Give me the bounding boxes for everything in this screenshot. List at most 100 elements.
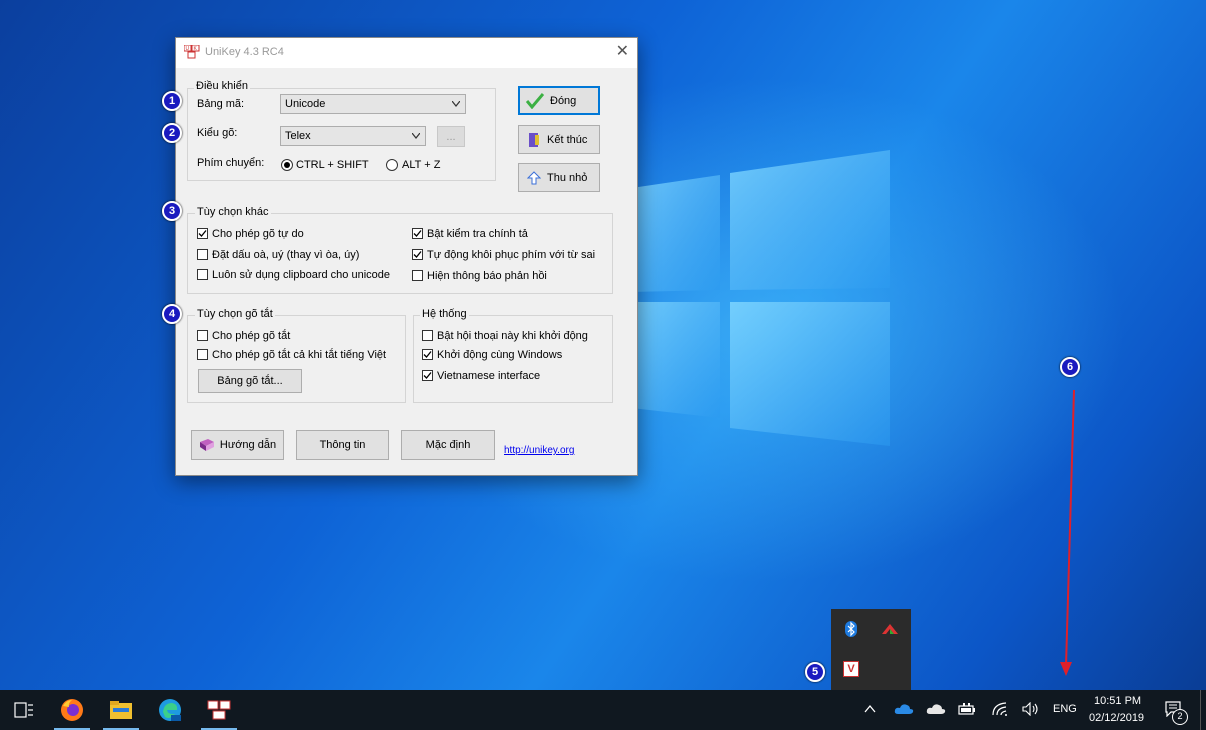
wifi-icon[interactable] bbox=[992, 702, 1008, 716]
svg-text:U: U bbox=[186, 46, 190, 52]
minimize-button[interactable]: Thu nhỏ bbox=[518, 163, 600, 192]
taskbar-edge[interactable] bbox=[146, 690, 194, 730]
switch-alt-z-radio[interactable] bbox=[386, 159, 398, 171]
volume-icon[interactable] bbox=[1022, 702, 1040, 716]
clock-date[interactable]: 02/12/2019 bbox=[1089, 712, 1144, 724]
onedrive-personal-icon[interactable] bbox=[926, 703, 946, 715]
default-button[interactable]: Mặc định bbox=[401, 430, 495, 460]
window-title: UniKey 4.3 RC4 bbox=[205, 46, 284, 58]
info-button-label: Thông tin bbox=[319, 439, 366, 451]
unikey-icon bbox=[207, 700, 231, 720]
free-typing-label[interactable]: Cho phép gõ tự do bbox=[212, 228, 304, 240]
show-feedback-label[interactable]: Hiện thông báo phản hồi bbox=[427, 270, 547, 282]
bluetooth-icon[interactable] bbox=[844, 621, 858, 637]
show-on-startup-label[interactable]: Bật hội thoại này khi khởi động bbox=[437, 330, 588, 342]
checkbox-show-on-startup[interactable] bbox=[422, 330, 433, 341]
marker-3: 3 bbox=[162, 201, 182, 221]
checkbox-show-feedback[interactable] bbox=[412, 270, 423, 281]
spell-check-label[interactable]: Bật kiểm tra chính tả bbox=[427, 228, 528, 240]
unikey-v-letter: V bbox=[847, 663, 855, 675]
nvidia-icon[interactable] bbox=[881, 623, 899, 635]
checkmark-icon bbox=[413, 251, 422, 258]
switch-ctrl-shift-label[interactable]: CTRL + SHIFT bbox=[296, 159, 369, 171]
shortcut-table-button[interactable]: Bảng gõ tắt... bbox=[198, 369, 302, 393]
up-arrow-icon bbox=[527, 170, 541, 184]
close-window-icon[interactable]: ✕ bbox=[616, 43, 629, 61]
checkbox-shortcut-when-off[interactable] bbox=[197, 349, 208, 360]
switch-alt-z-label[interactable]: ALT + Z bbox=[402, 159, 440, 171]
vietnamese-interface-label[interactable]: Vietnamese interface bbox=[437, 370, 540, 382]
input-method-select[interactable]: Telex bbox=[280, 126, 426, 146]
chevron-down-icon bbox=[412, 133, 420, 139]
close-button-label: Đóng bbox=[550, 94, 577, 107]
exit-button[interactable]: Kết thúc bbox=[518, 125, 600, 154]
checkmark-icon bbox=[413, 230, 422, 237]
task-view-button[interactable] bbox=[0, 690, 48, 730]
shortcut-when-off-label[interactable]: Cho phép gõ tắt cả khi tắt tiếng Việt bbox=[212, 349, 386, 361]
checkbox-spell-check[interactable] bbox=[412, 228, 423, 239]
unikey-v-icon[interactable]: V bbox=[843, 661, 859, 677]
modern-tone-label[interactable]: Đặt dấu oà, uý (thay vì òa, úy) bbox=[212, 249, 359, 261]
show-hidden-icons-chevron-icon[interactable] bbox=[864, 704, 876, 714]
switch-key-label: Phím chuyển: bbox=[197, 157, 265, 169]
exit-button-label: Kết thúc bbox=[547, 133, 588, 146]
shortcut-options-legend: Tùy chọn gõ tắt bbox=[195, 308, 275, 320]
charset-select[interactable]: Unicode bbox=[280, 94, 466, 114]
windows-logo-wallpaper bbox=[632, 150, 890, 446]
red-arrow-annotation bbox=[1060, 389, 1075, 676]
checkbox-vietnamese-interface[interactable] bbox=[422, 370, 433, 381]
chevron-down-icon bbox=[452, 101, 460, 107]
taskbar: ENG 10:51 PM 02/12/2019 2 bbox=[0, 690, 1206, 730]
auto-restore-label[interactable]: Tự động khôi phục phím với từ sai bbox=[427, 249, 595, 261]
taskbar-unikey[interactable] bbox=[195, 690, 243, 730]
onedrive-icon[interactable] bbox=[894, 703, 914, 715]
info-button[interactable]: Thông tin bbox=[296, 430, 389, 460]
control-group-legend: Điều khiển bbox=[194, 80, 250, 92]
help-button[interactable]: Hướng dẫn bbox=[191, 430, 284, 460]
marker-5: 5 bbox=[805, 662, 825, 682]
taskbar-firefox[interactable] bbox=[48, 690, 96, 730]
marker-2: 2 bbox=[162, 123, 182, 143]
file-explorer-icon bbox=[110, 701, 132, 719]
clipboard-unicode-label[interactable]: Luôn sử dụng clipboard cho unicode bbox=[212, 269, 390, 281]
task-view-icon bbox=[14, 702, 33, 718]
notification-count-badge: 2 bbox=[1172, 709, 1188, 725]
checkmark-icon bbox=[423, 351, 432, 358]
checkbox-modern-tone[interactable] bbox=[197, 249, 208, 260]
book-icon bbox=[199, 439, 214, 451]
help-button-label: Hướng dẫn bbox=[219, 439, 277, 451]
charset-label: Bảng mã: bbox=[197, 98, 245, 110]
unikey-website-link[interactable]: http://unikey.org bbox=[504, 445, 574, 456]
checkbox-free-typing[interactable] bbox=[197, 228, 208, 239]
checkbox-enable-shortcut[interactable] bbox=[197, 330, 208, 341]
marker-1: 1 bbox=[162, 91, 182, 111]
title-bar[interactable]: U K UniKey 4.3 RC4 ✕ bbox=[176, 38, 637, 68]
switch-ctrl-shift-radio[interactable] bbox=[281, 159, 293, 171]
exit-door-icon bbox=[529, 132, 539, 147]
more-button-label: ... bbox=[446, 130, 456, 143]
input-method-more-button[interactable]: ... bbox=[437, 126, 465, 147]
marker-4: 4 bbox=[162, 304, 182, 324]
show-desktop-button[interactable] bbox=[1200, 690, 1201, 730]
clock-time[interactable]: 10:51 PM bbox=[1094, 695, 1141, 707]
edge-icon bbox=[159, 699, 181, 721]
checkbox-clipboard-unicode[interactable] bbox=[197, 269, 208, 280]
taskbar-file-explorer[interactable] bbox=[97, 690, 145, 730]
battery-icon[interactable] bbox=[958, 703, 976, 715]
input-method-label: Kiểu gõ: bbox=[197, 127, 238, 139]
input-method-value: Telex bbox=[285, 130, 311, 142]
other-options-legend: Tùy chọn khác bbox=[195, 206, 271, 218]
language-indicator[interactable]: ENG bbox=[1053, 703, 1077, 715]
firefox-icon bbox=[61, 699, 83, 721]
enable-shortcut-label[interactable]: Cho phép gõ tắt bbox=[212, 330, 290, 342]
start-with-windows-label[interactable]: Khởi động cùng Windows bbox=[437, 349, 562, 361]
shortcut-table-label: Bảng gõ tắt... bbox=[217, 375, 283, 387]
unikey-app-icon: U K bbox=[184, 45, 200, 59]
charset-value: Unicode bbox=[285, 98, 326, 110]
default-button-label: Mặc định bbox=[425, 439, 471, 451]
close-button[interactable]: Đóng bbox=[518, 86, 600, 115]
checkbox-start-with-windows[interactable] bbox=[422, 349, 433, 360]
checkbox-auto-restore[interactable] bbox=[412, 249, 423, 260]
marker-6: 6 bbox=[1060, 357, 1080, 377]
tray-overflow-popup: V bbox=[831, 609, 911, 690]
